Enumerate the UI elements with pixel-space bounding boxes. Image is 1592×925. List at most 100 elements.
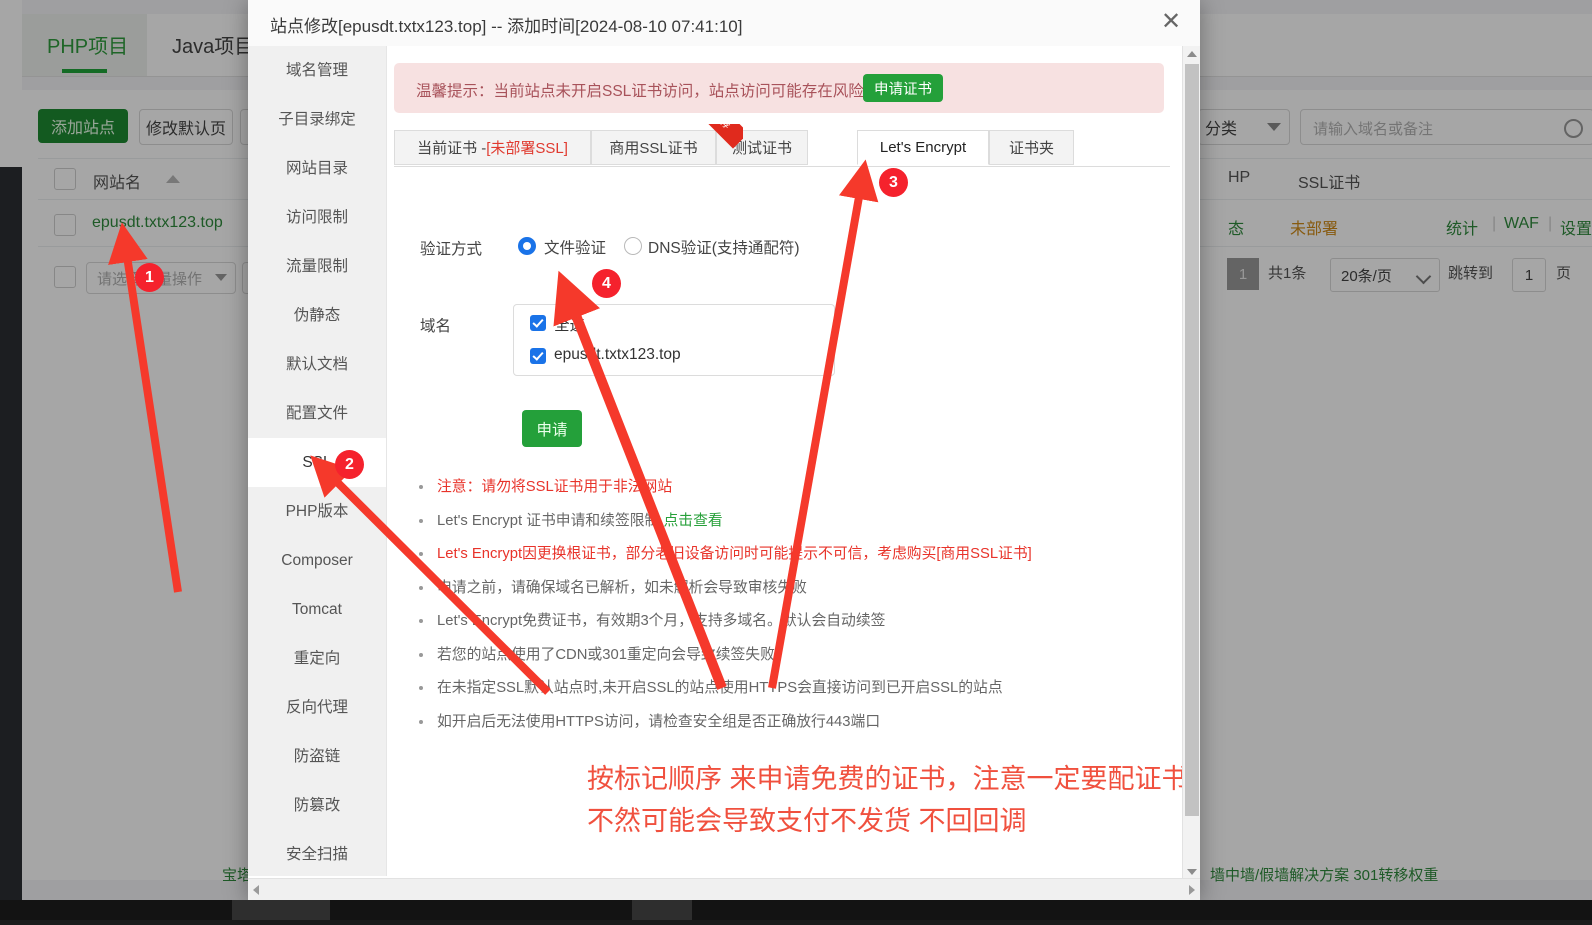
scroll-up-icon[interactable] xyxy=(1187,51,1197,57)
radio-dns-verification[interactable] xyxy=(624,237,642,255)
scrollbar-thumb[interactable] xyxy=(1185,64,1199,816)
modal-sidebar-item-12[interactable]: 重定向 xyxy=(248,634,386,683)
caret-down-icon xyxy=(215,274,227,281)
note-item: 申请之前，请确保域名已解析，如未解析会导致审核失败 xyxy=(413,579,1173,597)
modal-sidebar: 域名管理子目录绑定 网站目录访问限制流量限制伪静态默认文档配置文件 SSL PHP版本… xyxy=(248,46,387,876)
pagination-current-page[interactable]: 1 xyxy=(1227,258,1259,290)
modal-sidebar-item-label: 访问限制 xyxy=(285,209,348,226)
modal-sidebar-item-15[interactable]: 防篡改 xyxy=(248,781,386,830)
modal-sidebar-item-0[interactable]: 域名管理 xyxy=(248,46,386,95)
add-site-button[interactable]: 添加站点 xyxy=(38,109,128,143)
modal-sidebar-item-9[interactable]: PHP版本 xyxy=(248,487,386,536)
modal-sidebar-item-label: 流量限制 xyxy=(285,258,348,275)
row-action-stats[interactable]: 统计 xyxy=(1446,215,1478,239)
modal-sidebar-item-label: 安全扫描 xyxy=(285,846,348,863)
modal-sidebar-item-13[interactable]: 反向代理 xyxy=(248,683,386,732)
tab-php-project-label: PHP项目 xyxy=(47,36,129,58)
apply-button[interactable]: 申请 xyxy=(522,410,582,447)
modal-sidebar-item-8[interactable]: SSL xyxy=(248,438,386,487)
apply-certificate-button[interactable]: 申请证书 xyxy=(863,74,943,102)
modal-sidebar-item-1[interactable]: 子目录绑定 xyxy=(248,95,386,144)
tab-certificate-folder-label: 证书夹 xyxy=(1008,140,1054,157)
modal-sidebar-item-2[interactable]: 网站目录 xyxy=(248,144,386,193)
batch-checkbox[interactable] xyxy=(54,266,76,288)
row-status-label: 态 xyxy=(1228,221,1245,238)
modal-sidebar-item-label: 域名管理 xyxy=(285,62,348,79)
modal-sidebar-item-label: 防篡改 xyxy=(293,797,341,814)
tab-current-certificate-label: 当前证书 - xyxy=(417,140,487,157)
modal-sidebar-item-14[interactable]: 防盗链 xyxy=(248,732,386,781)
scroll-down-icon[interactable] xyxy=(1187,869,1197,875)
tab-current-certificate-status: [未部署SSL] xyxy=(486,140,568,157)
modal-horizontal-scrollbar[interactable] xyxy=(248,878,1200,900)
domain-list-label: 域名 xyxy=(420,318,452,335)
close-icon[interactable]: ✕ xyxy=(1158,10,1184,36)
note-text: 若您的站点使用了CDN或301重定向会导致续签失败 xyxy=(437,646,775,663)
tab-commercial-ssl[interactable]: 商用SSL证书 xyxy=(591,130,716,165)
modal-sidebar-item-label: 防盗链 xyxy=(293,748,341,765)
taskbar-segment xyxy=(232,900,330,920)
row-checkbox[interactable] xyxy=(54,214,76,236)
modal-sidebar-item-label: 反向代理 xyxy=(285,699,348,716)
caret-down-icon xyxy=(1267,123,1281,131)
category-select[interactable]: 分类 xyxy=(1198,109,1290,145)
select-all-domains-checkbox[interactable] xyxy=(530,315,546,331)
modal-sidebar-item-5[interactable]: 伪静态 xyxy=(248,291,386,340)
row-action-divider: | xyxy=(1492,215,1497,232)
note-text: 申请之前，请确保域名已解析，如未解析会导致审核失败 xyxy=(437,579,807,596)
modify-default-page-button[interactable]: 修改默认页 xyxy=(139,109,233,145)
note-item: Let's Encrypt 证书申请和续签限制 点击查看 xyxy=(413,512,1173,530)
tab-java-project[interactable]: Java项目 xyxy=(172,30,254,59)
row-action-waf[interactable]: WAF xyxy=(1504,215,1539,233)
modal-sidebar-item-label: PHP版本 xyxy=(285,503,349,520)
tab-active-underline xyxy=(62,69,107,73)
note-text: 注意：请勿将SSL证书用于非法网站 xyxy=(437,479,673,495)
search-input[interactable]: 请输入域名或备注 xyxy=(1300,109,1592,145)
tab-certificate-folder[interactable]: 证书夹 xyxy=(989,130,1074,165)
modal-sidebar-item-label: 伪静态 xyxy=(293,307,341,324)
radio-file-verification-label[interactable]: 文件验证 xyxy=(544,236,606,258)
footer-right-link[interactable]: 墙中墙/假墙解决方案 301转移权重 xyxy=(1210,864,1438,885)
modal-sidebar-item-3[interactable]: 访问限制 xyxy=(248,193,386,242)
tab-current-certificate[interactable]: 当前证书 - [未部署SSL] xyxy=(394,130,591,165)
select-all-domains-label[interactable]: 全选 xyxy=(554,313,585,335)
domain-item-label[interactable]: epusdt.txtx123.top xyxy=(554,346,681,364)
pagination-total: 共1条 xyxy=(1268,265,1307,282)
row-action-settings[interactable]: 设置 xyxy=(1560,215,1592,239)
tab-test-certificate[interactable]: 测试证书 xyxy=(716,130,808,165)
select-all-checkbox[interactable] xyxy=(54,168,76,190)
note-link[interactable]: 点击查看 xyxy=(663,513,722,529)
modal-sidebar-item-label: SSL xyxy=(302,454,332,471)
tab-test-certificate-label: 测试证书 xyxy=(731,140,792,157)
page-size-select[interactable]: 20条/页 xyxy=(1330,258,1440,292)
scroll-right-icon[interactable] xyxy=(1189,885,1195,895)
tab-lets-encrypt[interactable]: Let's Encrypt xyxy=(857,130,989,165)
taskbar-segment-2 xyxy=(632,900,692,920)
batch-operation-select[interactable]: 请选择批量操作 xyxy=(86,262,236,294)
radio-dns-verification-label[interactable]: DNS验证(支持通配符) xyxy=(648,236,800,258)
annotation-text: 按标记顺序 来申请免费的证书，注意一定要配证书 不然可能会导致支付不发货 不回回… xyxy=(587,764,1189,836)
pagination-page-unit: 页 xyxy=(1556,265,1572,282)
sort-asc-icon[interactable] xyxy=(166,175,180,183)
category-select-label: 分类 xyxy=(1205,121,1238,138)
radio-file-verification[interactable] xyxy=(518,237,536,255)
modal-sidebar-item-6[interactable]: 默认文档 xyxy=(248,340,386,389)
modal-sidebar-item-4[interactable]: 流量限制 xyxy=(248,242,386,291)
row-ssl-status-value: 未部署 xyxy=(1290,221,1339,238)
certificate-tabs: 当前证书 - [未部署SSL] 商用SSL证书 推荐 测试证书 Let's En… xyxy=(394,124,1170,167)
note-text: 如开启后无法使用HTTPS访问，请检查安全组是否正确放行443端口 xyxy=(437,713,881,730)
row-domain-link[interactable]: epusdt.txtx123.top xyxy=(92,214,223,232)
modal-sidebar-item-11[interactable]: Tomcat xyxy=(248,585,386,634)
scroll-left-icon[interactable] xyxy=(253,885,259,895)
column-header-site-name[interactable]: 网站名 xyxy=(93,169,141,193)
pagination-goto-label: 跳转到 xyxy=(1448,265,1494,282)
modal-vertical-scrollbar[interactable] xyxy=(1182,46,1200,880)
modal-sidebar-item-7[interactable]: 配置文件 xyxy=(248,389,386,438)
note-text: 在未指定SSL默认站点时,未开启SSL的站点使用HTTPS会直接访问到已开启SS… xyxy=(437,680,1003,696)
domain-item-checkbox[interactable] xyxy=(530,348,546,364)
modal-sidebar-item-10[interactable]: Composer xyxy=(248,536,386,585)
modal-sidebar-item-label: 默认文档 xyxy=(285,356,348,373)
pagination-goto-input[interactable]: 1 xyxy=(1512,258,1546,292)
page-size-label: 20条/页 xyxy=(1341,267,1392,285)
modal-sidebar-item-16[interactable]: 安全扫描 xyxy=(248,830,386,879)
